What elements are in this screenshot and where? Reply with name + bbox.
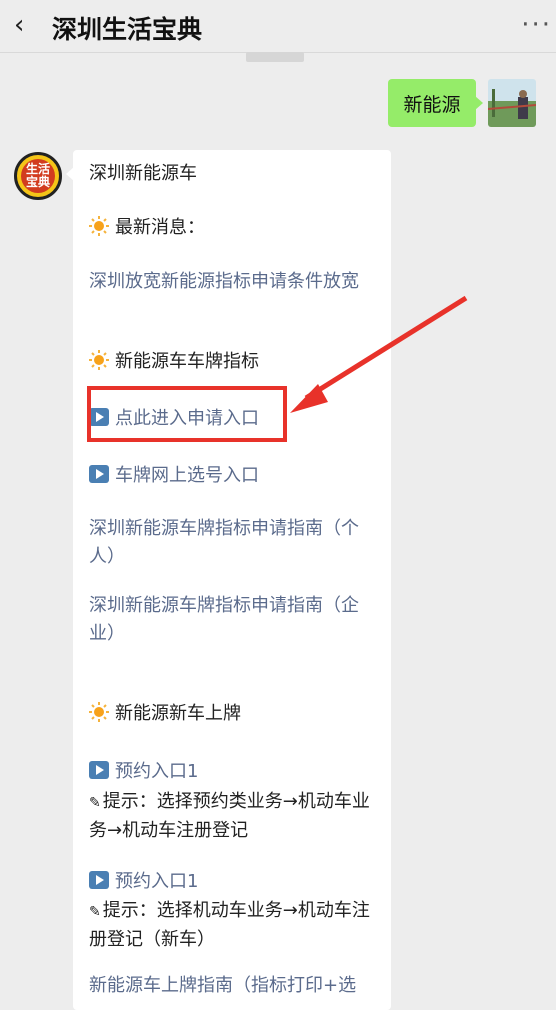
user-message-text: 新能源	[403, 93, 461, 116]
section-heading-new-car: 新能源新车上牌	[89, 700, 241, 728]
booking-entry-2-link[interactable]: 预约入口1	[89, 868, 198, 896]
section-heading-plate: 新能源车车牌指标	[89, 348, 259, 376]
tip-1: ✎ 提示：选择预约类业务→机动车业务→机动车注册登记	[89, 791, 370, 841]
sun-icon	[89, 702, 109, 722]
more-options-icon[interactable]: ···	[521, 10, 552, 40]
user-message-bubble[interactable]: 新能源	[388, 79, 483, 127]
guide-company-link[interactable]: 深圳新能源车牌指标申请指南（企业）	[89, 592, 385, 648]
official-account-avatar[interactable]: 生活 宝典	[14, 152, 62, 200]
sun-icon	[89, 350, 109, 370]
section-heading-news: 最新消息：	[89, 214, 205, 242]
pencil-icon: ✎	[89, 795, 101, 811]
play-icon	[89, 761, 109, 779]
tip-2: ✎ 提示：选择机动车业务→机动车注册登记（新车）	[89, 900, 370, 950]
article-title: 深圳新能源车	[89, 163, 197, 184]
top-bar: ‹ 深圳生活宝典 ···	[0, 0, 556, 53]
booking-entry-1-link[interactable]: 预约入口1	[89, 758, 198, 786]
highlight-box	[87, 386, 287, 442]
play-icon	[89, 465, 109, 483]
play-icon	[89, 871, 109, 889]
pencil-icon: ✎	[89, 904, 101, 920]
avatar-label: 生活 宝典	[25, 162, 50, 189]
plate-selection-link[interactable]: 车牌网上选号入口	[89, 462, 259, 490]
timestamp-chip	[246, 52, 304, 62]
user-avatar[interactable]	[488, 79, 536, 127]
guide-personal-link[interactable]: 深圳新能源车牌指标申请指南（个人）	[89, 515, 385, 571]
plate-guide-link[interactable]: 新能源车上牌指南（指标打印+选	[89, 972, 356, 1000]
chat-title: 深圳生活宝典	[52, 15, 203, 44]
back-arrow-icon[interactable]: ‹	[14, 12, 24, 38]
news-link[interactable]: 深圳放宽新能源指标申请条件放宽	[89, 268, 359, 296]
article-card[interactable]: 深圳新能源车 最新消息： 深圳放宽新能源指标申请条件放宽 新能源车车牌指标 点此…	[66, 150, 391, 1010]
sun-icon	[89, 216, 109, 236]
